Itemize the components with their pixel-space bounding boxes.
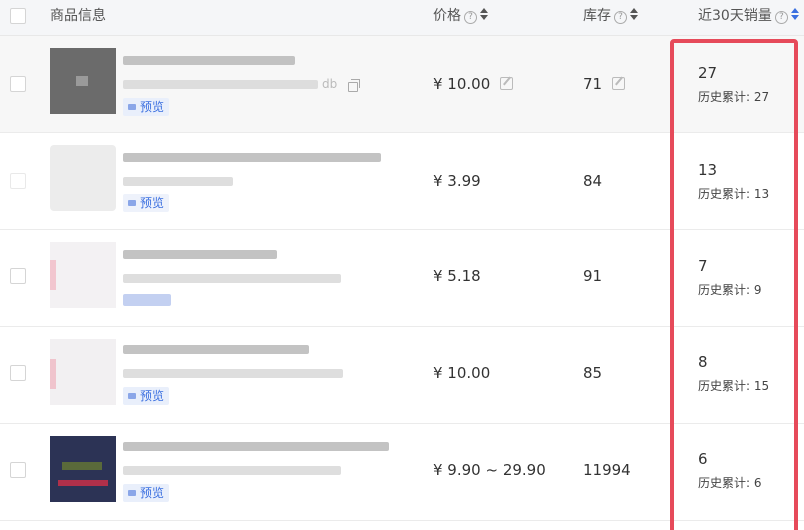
column-stock[interactable]: 库存? <box>583 0 638 36</box>
preview-label: 预览 <box>140 100 165 114</box>
preview-link[interactable]: 预览 <box>123 98 170 116</box>
preview-link[interactable]: 预览 <box>123 484 170 502</box>
stock-cell: 71 <box>583 75 626 93</box>
product-thumbnail[interactable] <box>50 436 116 502</box>
product-title[interactable] <box>123 250 277 259</box>
preview-label: 预览 <box>140 486 165 500</box>
stock-value: 11994 <box>583 461 631 479</box>
stock-value: 71 <box>583 75 603 93</box>
price-value: ¥ 5.18 <box>433 267 481 285</box>
stock-value: 91 <box>583 267 603 285</box>
sales-30d-value: 8 <box>698 353 708 371</box>
product-code <box>123 177 233 186</box>
price-value: ¥ 10.00 <box>433 75 491 93</box>
table-row: 预览 ¥ 9.90 ~ 29.90 11994 6 历史累计: 6 <box>0 424 804 521</box>
help-icon[interactable]: ? <box>464 11 477 24</box>
product-thumbnail[interactable] <box>50 145 116 211</box>
eye-icon <box>128 200 136 206</box>
column-price-label: 价格 <box>433 8 461 24</box>
product-code <box>123 274 341 283</box>
price-value: ¥ 10.00 <box>433 364 491 382</box>
help-icon[interactable]: ? <box>614 11 627 24</box>
preview-link[interactable]: 预览 <box>123 387 170 405</box>
sales-history: 历史累计: 27 <box>698 90 770 104</box>
sales-30d-value: 13 <box>698 161 718 179</box>
table-row: 预览 ¥ 10.00 85 8 历史累计: 15 <box>0 327 804 424</box>
column-sales-30d[interactable]: 近30天销量? <box>698 0 799 36</box>
eye-icon <box>128 104 136 110</box>
product-title[interactable] <box>123 442 389 451</box>
preview-label: 预览 <box>140 389 165 403</box>
table-row: db 预览 ¥ 10.00 71 27 历史累计: 27 <box>0 36 804 133</box>
table-header: 商品信息 价格? 库存? 近30天销量? <box>0 0 804 36</box>
row-checkbox[interactable] <box>10 76 26 92</box>
product-thumbnail[interactable] <box>50 339 116 405</box>
sort-icon[interactable] <box>480 8 488 22</box>
column-stock-label: 库存 <box>583 8 611 24</box>
product-code <box>123 466 341 475</box>
edit-icon[interactable] <box>612 77 626 90</box>
sort-icon[interactable] <box>790 8 799 22</box>
preview-link[interactable]: 预览 <box>123 194 170 212</box>
sales-history: 历史累计: 6 <box>698 476 762 490</box>
preview-link[interactable] <box>123 294 171 306</box>
sales-history: 历史累计: 15 <box>698 379 770 393</box>
product-thumbnail[interactable] <box>50 242 116 308</box>
edit-icon[interactable] <box>500 77 514 90</box>
eye-icon <box>128 393 136 399</box>
row-checkbox[interactable] <box>10 173 26 189</box>
product-title[interactable] <box>123 56 295 65</box>
copy-icon[interactable] <box>348 79 360 92</box>
stock-value: 85 <box>583 364 603 382</box>
product-code-suffix: db <box>322 77 338 91</box>
column-product-info: 商品信息 <box>50 8 106 24</box>
preview-label: 预览 <box>140 196 165 210</box>
help-icon[interactable]: ? <box>774 11 788 24</box>
price-value: ¥ 3.99 <box>433 172 481 190</box>
column-price[interactable]: 价格? <box>433 0 488 36</box>
price-value: ¥ 9.90 ~ 29.90 <box>433 461 546 479</box>
table-row: 预览 ¥ 3.99 84 13 历史累计: 13 <box>0 133 804 230</box>
row-checkbox[interactable] <box>10 268 26 284</box>
sales-30d-value: 27 <box>698 64 718 82</box>
sort-icon[interactable] <box>630 8 638 22</box>
sales-30d-value: 7 <box>698 257 708 275</box>
sales-history: 历史累计: 9 <box>698 283 762 297</box>
table-row: ¥ 5.18 91 7 历史累计: 9 <box>0 230 804 327</box>
sales-history: 历史累计: 13 <box>698 187 770 201</box>
stock-value: 84 <box>583 172 603 190</box>
row-checkbox[interactable] <box>10 462 26 478</box>
select-all-checkbox[interactable] <box>10 8 26 24</box>
product-code <box>123 369 343 378</box>
price-cell: ¥ 10.00 <box>433 75 514 93</box>
product-code <box>123 80 318 89</box>
row-checkbox[interactable] <box>10 365 26 381</box>
eye-icon <box>128 490 136 496</box>
sales-30d-value: 6 <box>698 450 708 468</box>
column-sales-30d-label: 近30天销量 <box>698 8 772 24</box>
product-title[interactable] <box>123 153 381 162</box>
product-thumbnail[interactable] <box>50 48 116 114</box>
product-title[interactable] <box>123 345 309 354</box>
